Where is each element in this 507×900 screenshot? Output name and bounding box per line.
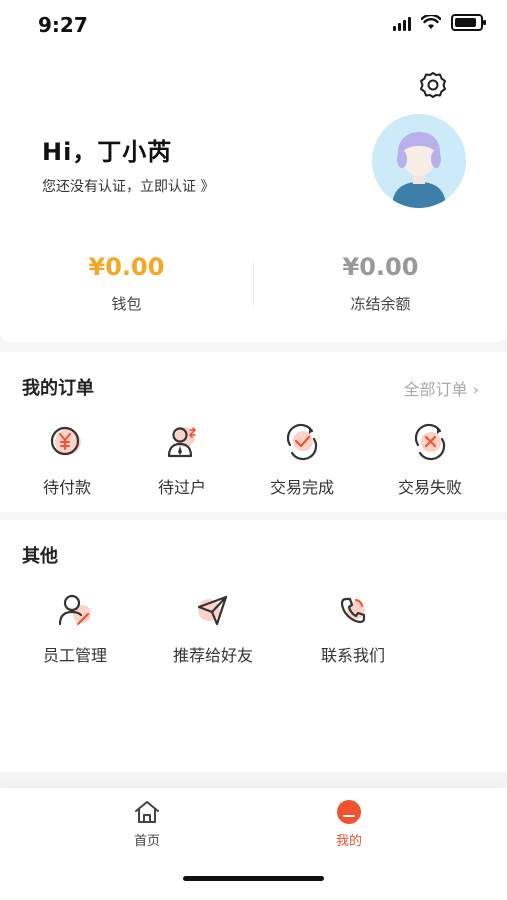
orders-title: 我的订单 [22, 378, 94, 399]
tab-profile-label: 我的 [335, 834, 362, 849]
verify-identity-link[interactable]: 您还没有认证，立即认证 》 [42, 176, 214, 196]
staff-management-item[interactable]: 员工管理 [20, 590, 130, 666]
contact-us-item[interactable]: 联系我们 [298, 590, 408, 666]
tab-home[interactable]: 首页 [87, 798, 207, 849]
wifi-icon [421, 15, 441, 29]
bottom-tab-bar: 首页 我的 [0, 788, 507, 900]
order-label: 待付款 [42, 478, 91, 497]
all-orders-link[interactable]: 全部订单 › [404, 376, 480, 400]
frozen-label: 冻结余额 [350, 295, 411, 313]
order-completed[interactable]: 交易完成 [247, 422, 357, 498]
wallet-balance[interactable]: ¥0.00 钱包 [0, 253, 253, 314]
status-bar: 9:27 [0, 0, 507, 50]
others-title: 其他 [22, 546, 58, 567]
balance-divider [253, 262, 254, 306]
tab-home-label: 首页 [133, 834, 160, 849]
frozen-amount: ¥0.00 [342, 253, 419, 281]
tab-profile[interactable]: 我的 [289, 798, 409, 849]
x-failed-icon [414, 423, 446, 461]
gear-icon[interactable] [418, 70, 448, 100]
my-orders-section: 我的订单 全部订单 › 待付款 待过户 交易完成 交易失败 [0, 352, 507, 512]
avatar[interactable] [372, 114, 466, 208]
recommend-friend-item[interactable]: 推荐给好友 [158, 590, 268, 666]
cellular-signal-icon [393, 15, 411, 31]
transfer-person-icon [167, 427, 197, 458]
avatar-illustration-icon [372, 114, 466, 208]
order-pending-payment[interactable]: 待付款 [12, 422, 122, 498]
user-greeting: Hi，丁小芮 [42, 138, 173, 166]
check-complete-icon [286, 423, 318, 461]
status-time: 9:27 [38, 13, 88, 37]
frozen-balance[interactable]: ¥0.00 冻结余额 [254, 253, 507, 314]
order-label: 待过户 [157, 478, 206, 497]
others-label: 员工管理 [42, 646, 107, 665]
profile-header: Hi，丁小芮 您还没有认证，立即认证 》 ¥0.00 钱包 ¥0.00 冻结余额 [0, 50, 507, 342]
wallet-label: 钱包 [111, 295, 142, 313]
yuan-payment-icon [50, 426, 81, 456]
staff-management-icon [58, 594, 91, 626]
others-section: 其他 员工管理 推荐给好友 联系我们 [0, 520, 507, 772]
order-failed[interactable]: 交易失败 [375, 422, 485, 498]
order-pending-transfer[interactable]: 待过户 [127, 422, 237, 498]
order-label: 交易失败 [397, 478, 462, 497]
home-indicator [183, 876, 324, 881]
paper-plane-icon [197, 595, 228, 626]
others-label: 推荐给好友 [172, 646, 253, 665]
battery-icon [451, 14, 486, 31]
order-label: 交易完成 [269, 478, 334, 497]
profile-icon [337, 800, 361, 824]
phone-icon [340, 597, 366, 624]
others-label: 联系我们 [320, 646, 385, 665]
wallet-amount: ¥0.00 [88, 253, 165, 281]
home-icon [135, 801, 159, 823]
status-icons [393, 14, 486, 31]
